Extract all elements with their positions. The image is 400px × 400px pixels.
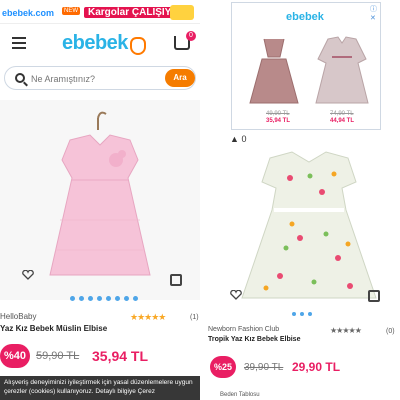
promo-badge — [170, 5, 194, 20]
product-title-2[interactable]: Tropik Yaz Kız Bebek Elbise — [208, 336, 300, 343]
old-price-2: 39,90 TL — [244, 362, 284, 373]
ad-old-price-2: 74,90 TL — [330, 111, 354, 117]
right-panel: ebebek ⓘ ✕ 49,90 TL 35,94 TL 74,90 TL 44… — [200, 0, 400, 400]
new-price: 35,94 TL — [92, 348, 149, 364]
discount-badge: %40 — [0, 344, 30, 368]
review-count-2: (0) — [386, 328, 395, 335]
ad-banner[interactable]: ebebek ⓘ ✕ 49,90 TL 35,94 TL 74,90 TL 44… — [231, 2, 381, 130]
rating-stars-2: ★★★★★ — [330, 326, 362, 335]
image-pagination-2[interactable] — [292, 312, 312, 316]
promo-tag: NEW — [62, 7, 80, 15]
old-price: 59,90 TL — [36, 350, 80, 362]
ad-new-price-2: 44,94 TL — [330, 118, 355, 124]
ad-dress-1 — [249, 38, 299, 104]
cookie-banner[interactable]: Alışveriş deneyiminizi iyileştirmek için… — [0, 376, 200, 400]
promo-banner[interactable]: ebebek.com NEW Kargolar ÇALIŞIYOR! — [0, 0, 200, 24]
search-button[interactable]: Ara — [165, 69, 195, 87]
heart-icon[interactable] — [22, 270, 34, 280]
vote-count: 0 — [241, 134, 247, 144]
product-brand-2[interactable]: Newborn Fashion Club — [208, 326, 279, 333]
ad-old-price-1: 49,90 TL — [266, 111, 290, 117]
rating-stars: ★★★★★ — [130, 312, 166, 322]
cart-badge: 0 — [186, 31, 196, 41]
vote-counter[interactable]: ▲ 0 — [230, 134, 246, 144]
product-title[interactable]: Yaz Kız Bebek Müslin Elbise — [0, 324, 107, 333]
size-table-link[interactable]: Beden Tablosu — [220, 392, 260, 398]
menu-icon[interactable] — [12, 37, 26, 49]
product-image-2[interactable] — [230, 148, 388, 312]
product-brand[interactable]: HelloBaby — [0, 312, 36, 321]
search-icon — [15, 73, 25, 83]
new-price-2: 29,90 TL — [292, 360, 341, 374]
share-icon-2[interactable] — [368, 290, 380, 302]
logo-mark-icon — [130, 37, 146, 55]
header: ebebek 0 — [0, 28, 200, 62]
screen: ebebek.com NEW Kargolar ÇALIŞIYOR! ebebe… — [0, 0, 400, 400]
ad-dress-2 — [315, 36, 369, 104]
ad-new-price-1: 35,94 TL — [266, 118, 291, 124]
upvote-icon[interactable]: ▲ — [230, 134, 239, 144]
ad-logo: ebebek — [286, 11, 324, 23]
search-input[interactable] — [31, 71, 151, 87]
heart-icon-2[interactable] — [230, 290, 242, 300]
ad-close-icon[interactable]: ⓘ ✕ — [370, 4, 380, 22]
logo[interactable]: ebebek — [62, 32, 128, 55]
discount-badge-2: %25 — [210, 356, 236, 378]
share-icon[interactable] — [170, 274, 182, 286]
image-pagination[interactable] — [70, 296, 138, 301]
review-count: (1) — [190, 314, 199, 321]
search-bar: Ara — [4, 66, 196, 90]
left-panel: ebebek.com NEW Kargolar ÇALIŞIYOR! ebebe… — [0, 0, 200, 400]
promo-brand: ebebek.com — [2, 8, 55, 18]
